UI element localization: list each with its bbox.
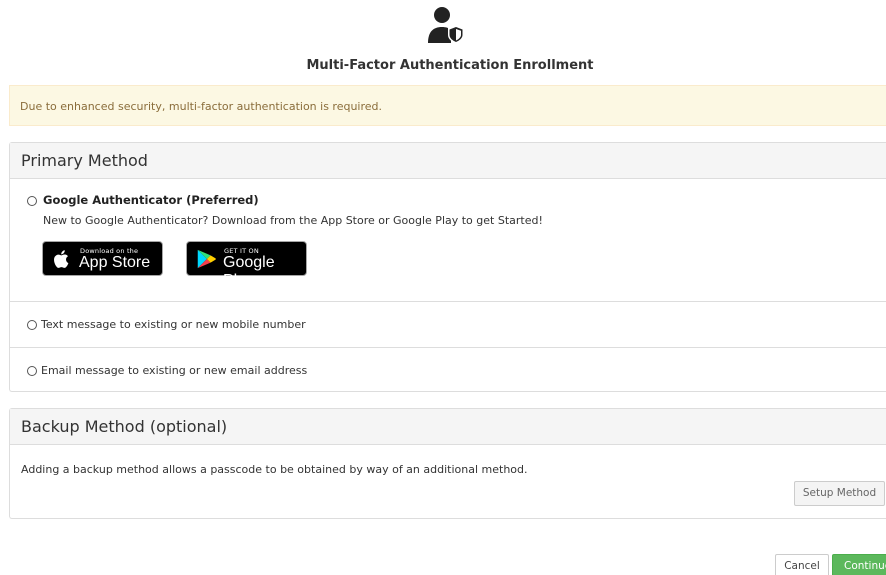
user-shield-icon (428, 7, 464, 44)
google-authenticator-radio[interactable] (27, 196, 37, 206)
backup-method-description: Adding a backup method allows a passcode… (21, 463, 528, 476)
continue-button[interactable]: Continue (832, 554, 886, 575)
primary-method-heading: Primary Method (10, 143, 886, 179)
apple-icon (54, 250, 69, 268)
email-message-radio[interactable] (27, 366, 37, 376)
setup-method-button[interactable]: Setup Method (794, 481, 885, 506)
google-authenticator-label[interactable]: Google Authenticator (Preferred) (43, 193, 259, 207)
security-alert: Due to enhanced security, multi-factor a… (9, 85, 886, 126)
option-email-message[interactable]: Email message to existing or new email a… (10, 348, 886, 392)
google-play-icon (197, 249, 216, 269)
text-message-label[interactable]: Text message to existing or new mobile n… (41, 318, 306, 331)
google-play-large-text: Google Play (223, 254, 275, 289)
app-store-large-text: App Store (79, 254, 151, 271)
backup-method-heading: Backup Method (optional) (10, 409, 886, 445)
primary-method-panel: Primary Method Google Authenticator (Pre… (9, 142, 886, 392)
app-store-badge[interactable]: Download on the App Store (42, 241, 163, 276)
cancel-button[interactable]: Cancel (775, 554, 829, 575)
google-authenticator-description: New to Google Authenticator? Download fr… (43, 214, 543, 227)
page-title: Multi-Factor Authentication Enrollment (306, 58, 594, 73)
text-message-radio[interactable] (27, 320, 37, 330)
backup-method-panel: Backup Method (optional) Adding a backup… (9, 408, 886, 519)
email-message-label[interactable]: Email message to existing or new email a… (41, 364, 307, 377)
option-text-message[interactable]: Text message to existing or new mobile n… (10, 302, 886, 348)
alert-message: Due to enhanced security, multi-factor a… (20, 100, 383, 113)
google-play-badge[interactable]: GET IT ON Google Play (186, 241, 307, 289)
option-google-authenticator[interactable]: Google Authenticator (Preferred) New to … (10, 179, 886, 302)
